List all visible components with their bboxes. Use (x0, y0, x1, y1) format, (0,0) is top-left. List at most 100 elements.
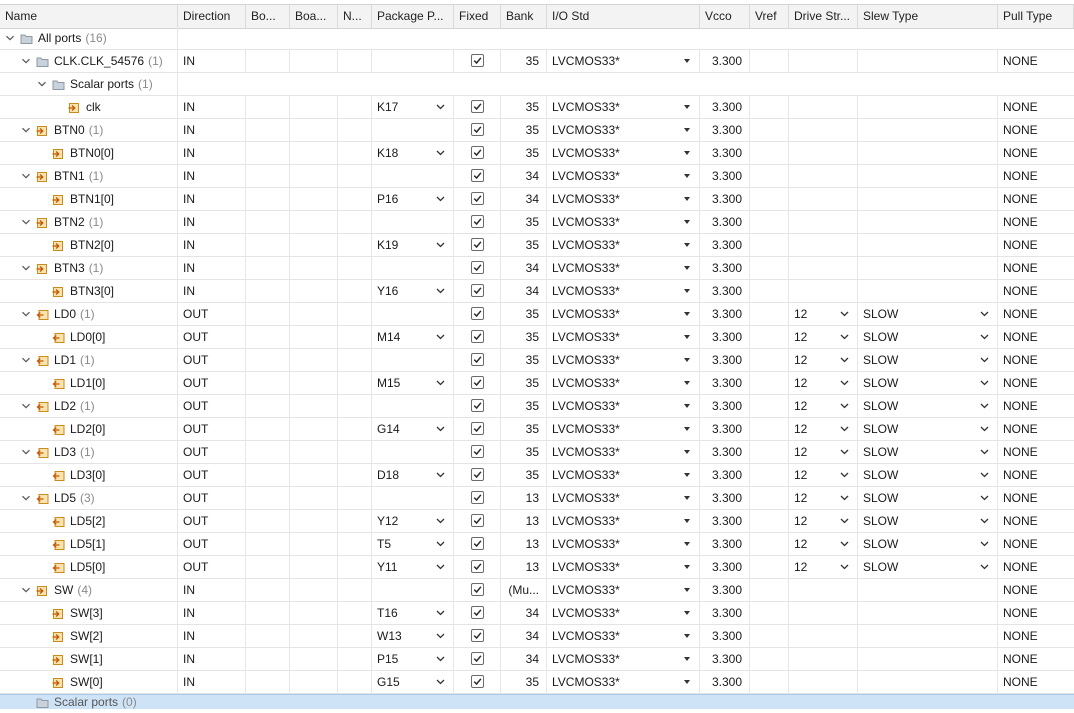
cell-drive-strength[interactable]: 12 (789, 533, 858, 555)
chevron-down-icon[interactable] (980, 379, 989, 387)
fixed-checkbox[interactable] (471, 169, 484, 182)
chevron-down-icon[interactable] (20, 446, 32, 458)
chevron-down-icon[interactable] (36, 78, 48, 90)
cell-io-std[interactable]: LVCMOS33* (547, 487, 700, 509)
chevron-down-icon[interactable] (20, 400, 32, 412)
cell-pull-type[interactable]: NONE (998, 418, 1074, 440)
fixed-checkbox[interactable] (471, 537, 484, 550)
cell-io-std[interactable]: LVCMOS33* (547, 441, 700, 463)
table-row[interactable]: clk IN K17 35 LVCMOS33* 3.300 NONE (0, 96, 1074, 119)
cell-io-std[interactable]: LVCMOS33* (547, 671, 700, 693)
chevron-down-icon[interactable] (20, 354, 32, 366)
cell-pull-type[interactable]: NONE (998, 96, 1074, 118)
dropdown-arrow-icon[interactable] (684, 358, 690, 362)
cell-io-std[interactable]: LVCMOS33* (547, 556, 700, 578)
cell-package-pin[interactable]: M15 (372, 372, 454, 394)
cell-pull-type[interactable]: NONE (998, 326, 1074, 348)
cell-package-pin[interactable]: Y12 (372, 510, 454, 532)
cell-pull-type[interactable]: NONE (998, 257, 1074, 279)
table-row[interactable]: LD3[0] OUT D18 35 LVCMOS33* 3.300 12 SLOW NONE (0, 464, 1074, 487)
cell-package-pin[interactable]: Y16 (372, 280, 454, 302)
table-row[interactable]: SW (4) IN (Mu... LVCMOS33* 3.300 NONE (0, 579, 1074, 602)
cell-io-std[interactable]: LVCMOS33* (547, 119, 700, 141)
table-row[interactable]: CLK.CLK_54576 (1) IN 35 LVCMOS33* 3.300 NONE (0, 50, 1074, 73)
cell-pull-type[interactable]: NONE (998, 510, 1074, 532)
dropdown-arrow-icon[interactable] (684, 243, 690, 247)
dropdown-arrow-icon[interactable] (684, 565, 690, 569)
chevron-down-icon[interactable] (840, 402, 849, 410)
cell-slew-type[interactable]: SLOW (858, 372, 998, 394)
cell-pull-type[interactable]: NONE (998, 234, 1074, 256)
cell-io-std[interactable]: LVCMOS33* (547, 211, 700, 233)
chevron-down-icon[interactable] (840, 471, 849, 479)
fixed-checkbox[interactable] (471, 376, 484, 389)
table-row[interactable]: BTN0 (1) IN 35 LVCMOS33* 3.300 NONE (0, 119, 1074, 142)
selected-row[interactable]: Scalar ports (0) (0, 694, 1074, 709)
table-row[interactable]: BTN0[0] IN K18 35 LVCMOS33* 3.300 NONE (0, 142, 1074, 165)
chevron-down-icon[interactable] (840, 540, 849, 548)
cell-pull-type[interactable]: NONE (998, 188, 1074, 210)
chevron-down-icon[interactable] (436, 195, 445, 203)
fixed-checkbox[interactable] (471, 675, 484, 688)
cell-io-std[interactable]: LVCMOS33* (547, 372, 700, 394)
cell-drive-strength[interactable]: 12 (789, 303, 858, 325)
fixed-checkbox[interactable] (471, 468, 484, 481)
chevron-down-icon[interactable] (980, 310, 989, 318)
cell-pull-type[interactable]: NONE (998, 303, 1074, 325)
fixed-checkbox[interactable] (471, 215, 484, 228)
cell-package-pin[interactable]: P15 (372, 648, 454, 670)
dropdown-arrow-icon[interactable] (684, 59, 690, 63)
chevron-down-icon[interactable] (980, 333, 989, 341)
table-row[interactable]: LD0[0] OUT M14 35 LVCMOS33* 3.300 12 SLOW NONE (0, 326, 1074, 349)
chevron-down-icon[interactable] (980, 425, 989, 433)
dropdown-arrow-icon[interactable] (684, 680, 690, 684)
cell-io-std[interactable]: LVCMOS33* (547, 165, 700, 187)
dropdown-arrow-icon[interactable] (684, 542, 690, 546)
cell-drive-strength[interactable]: 12 (789, 372, 858, 394)
column-header-vref[interactable]: Vref (750, 5, 789, 28)
table-row[interactable]: BTN3[0] IN Y16 34 LVCMOS33* 3.300 NONE (0, 280, 1074, 303)
chevron-down-icon[interactable] (840, 494, 849, 502)
cell-io-std[interactable]: LVCMOS33* (547, 418, 700, 440)
fixed-checkbox[interactable] (471, 353, 484, 366)
table-row[interactable]: LD2[0] OUT G14 35 LVCMOS33* 3.300 12 SLOW NONE (0, 418, 1074, 441)
cell-io-std[interactable]: LVCMOS33* (547, 579, 700, 601)
chevron-down-icon[interactable] (436, 333, 445, 341)
fixed-checkbox[interactable] (471, 284, 484, 297)
fixed-checkbox[interactable] (471, 54, 484, 67)
dropdown-arrow-icon[interactable] (684, 473, 690, 477)
chevron-down-icon[interactable] (20, 170, 32, 182)
fixed-checkbox[interactable] (471, 606, 484, 619)
chevron-down-icon[interactable] (980, 448, 989, 456)
cell-package-pin[interactable]: Y11 (372, 556, 454, 578)
chevron-down-icon[interactable] (436, 103, 445, 111)
cell-package-pin[interactable]: G14 (372, 418, 454, 440)
cell-package-pin[interactable]: T5 (372, 533, 454, 555)
dropdown-arrow-icon[interactable] (684, 128, 690, 132)
cell-drive-strength[interactable]: 12 (789, 441, 858, 463)
cell-io-std[interactable]: LVCMOS33* (547, 280, 700, 302)
column-header-bank[interactable]: Bank (501, 5, 547, 28)
cell-pull-type[interactable]: NONE (998, 487, 1074, 509)
chevron-down-icon[interactable] (436, 632, 445, 640)
chevron-down-icon[interactable] (436, 563, 445, 571)
table-row[interactable]: LD5[0] OUT Y11 13 LVCMOS33* 3.300 12 SLOW NONE (0, 556, 1074, 579)
cell-drive-strength[interactable]: 12 (789, 510, 858, 532)
column-header-name[interactable]: Name (0, 5, 178, 28)
dropdown-arrow-icon[interactable] (684, 404, 690, 408)
column-header-vcco[interactable]: Vcco (700, 5, 750, 28)
chevron-down-icon[interactable] (840, 333, 849, 341)
fixed-checkbox[interactable] (471, 445, 484, 458)
cell-io-std[interactable]: LVCMOS33* (547, 395, 700, 417)
cell-io-std[interactable]: LVCMOS33* (547, 326, 700, 348)
fixed-checkbox[interactable] (471, 261, 484, 274)
chevron-down-icon[interactable] (20, 55, 32, 67)
chevron-down-icon[interactable] (436, 287, 445, 295)
table-row[interactable]: BTN1[0] IN P16 34 LVCMOS33* 3.300 NONE (0, 188, 1074, 211)
cell-io-std[interactable]: LVCMOS33* (547, 625, 700, 647)
cell-drive-strength[interactable]: 12 (789, 556, 858, 578)
cell-package-pin[interactable]: D18 (372, 464, 454, 486)
dropdown-arrow-icon[interactable] (684, 220, 690, 224)
cell-io-std[interactable]: LVCMOS33* (547, 50, 700, 72)
chevron-down-icon[interactable] (436, 609, 445, 617)
